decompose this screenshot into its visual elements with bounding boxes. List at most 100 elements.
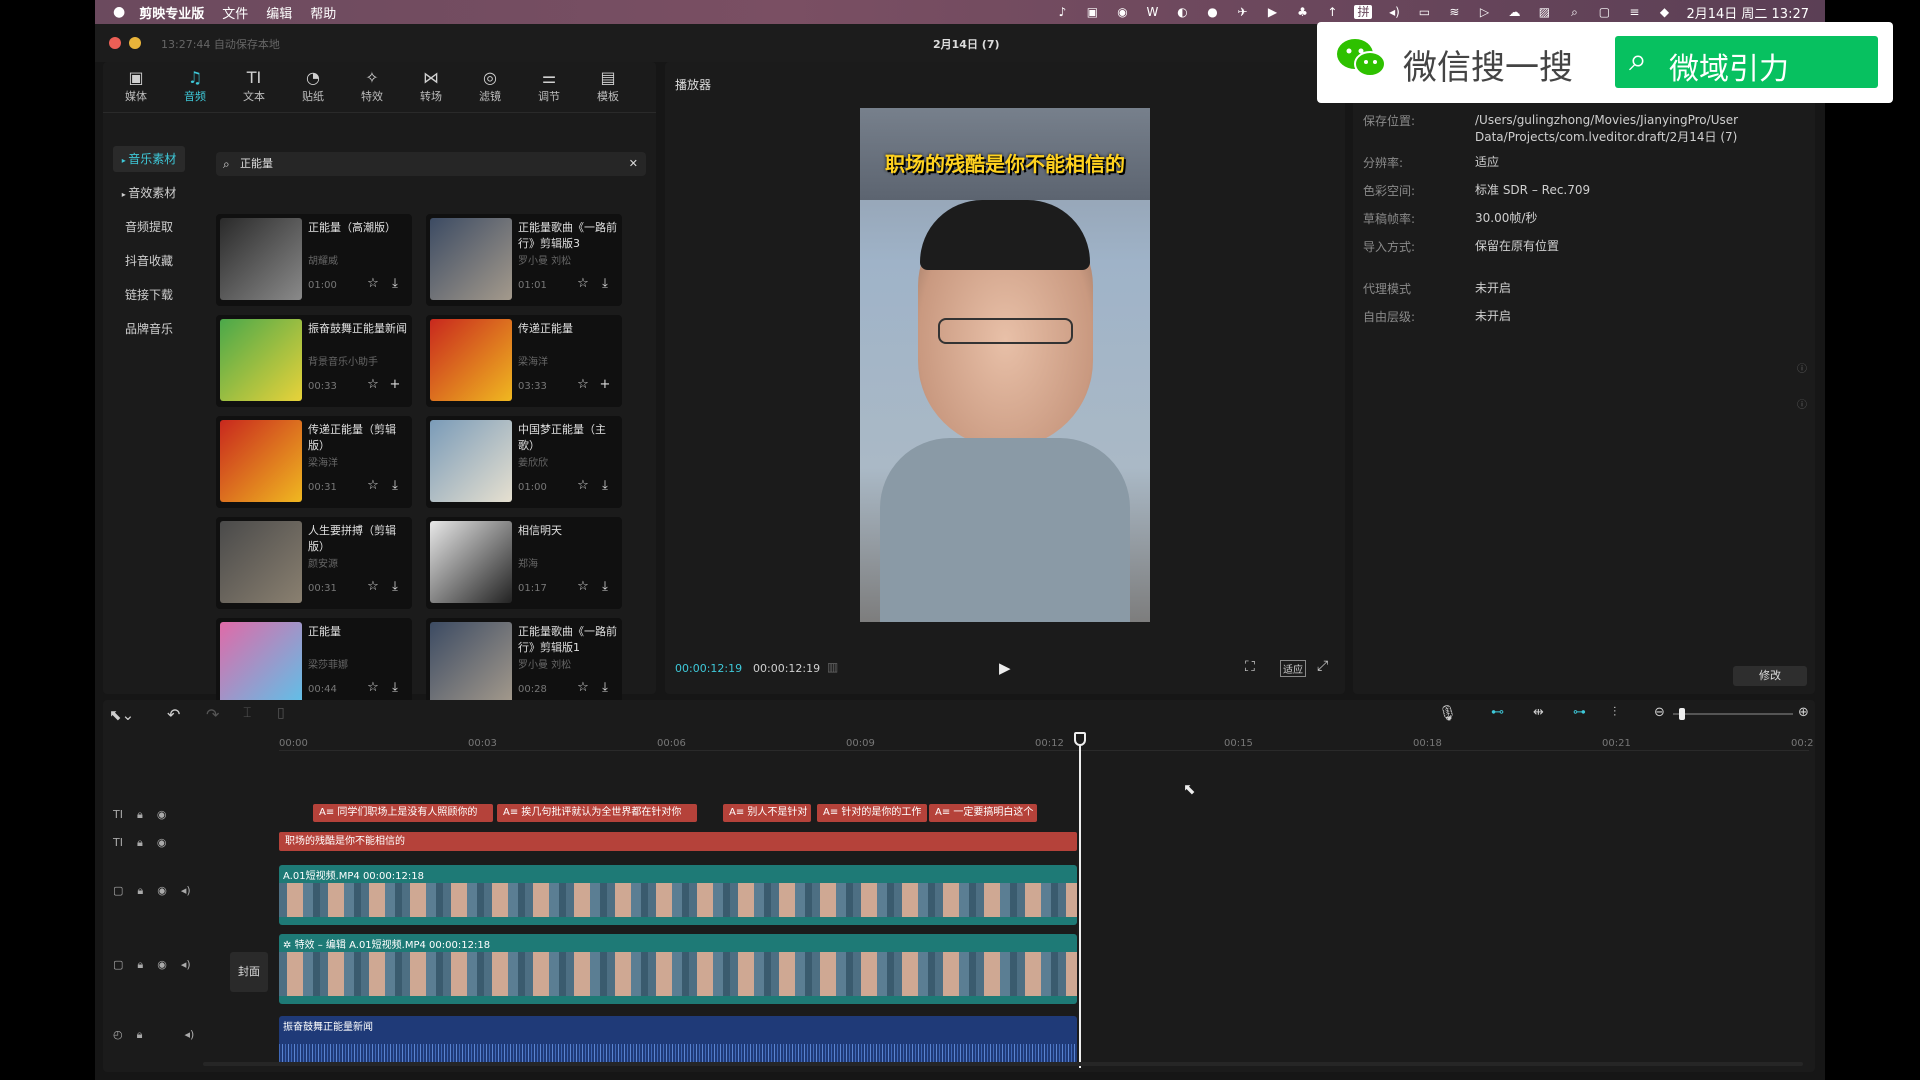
proxy-help-icon[interactable]: ⓘ: [1797, 360, 1807, 375]
timeline-scrollbar[interactable]: [203, 1062, 1803, 1066]
align-icon[interactable]: ⫶: [1613, 705, 1616, 720]
zoom-in-icon[interactable]: ⊕: [1798, 705, 1809, 720]
screen-record-icon[interactable]: ▣: [1084, 5, 1100, 19]
song-card[interactable]: 相信明天 郑海 01:17 ☆ ⤓: [426, 517, 622, 609]
song-card[interactable]: 中国梦正能量（主歌） 姜欣欣 01:00 ☆ ⤓: [426, 416, 622, 508]
tool-sticker[interactable]: ◔ 贴纸: [288, 68, 338, 104]
eye-icon[interactable]: ◉: [157, 836, 167, 850]
category-sfx[interactable]: ▸ 音效素材: [113, 180, 185, 206]
sync-icon[interactable]: ◐: [1174, 5, 1190, 19]
volume-icon[interactable]: ◂): [181, 884, 191, 898]
wechat-search-box[interactable]: ⌕ 微域引力: [1615, 36, 1878, 88]
fullscreen-icon[interactable]: ⤢: [1317, 658, 1328, 674]
magnet-icon[interactable]: ⊷: [1491, 705, 1504, 720]
siri-icon[interactable]: ◆: [1656, 5, 1672, 19]
song-card[interactable]: 正能量歌曲《一路前行》剪辑版3 罗小曼 刘松 01:01 ☆ ⤓: [426, 214, 622, 306]
word-icon[interactable]: W: [1144, 5, 1160, 19]
favorite-star-icon[interactable]: ☆: [574, 579, 592, 594]
display-icon[interactable]: ▢: [1596, 5, 1612, 19]
category-extract[interactable]: 音频提取: [113, 214, 185, 240]
app-menu[interactable]: 剪映专业版: [139, 3, 204, 22]
tool-effects[interactable]: ✧ 特效: [347, 68, 397, 104]
song-card[interactable]: 人生要拼搏（剪辑版） 颜安源 00:31 ☆ ⤓: [216, 517, 412, 609]
apple-menu-icon[interactable]: ●: [113, 4, 125, 20]
cursor-app-icon[interactable]: ▶: [1264, 5, 1280, 19]
search-input[interactable]: ⌕ 正能量 ✕: [216, 152, 646, 176]
cover-button[interactable]: 封面: [230, 952, 268, 992]
close-window-icon[interactable]: [109, 37, 121, 49]
subtitle-clip[interactable]: A≡ 一定要搞明白这个: [929, 804, 1037, 822]
playhead-handle[interactable]: [1074, 732, 1086, 746]
bell-icon[interactable]: ♣: [1294, 5, 1310, 19]
download-icon[interactable]: ⤓: [386, 276, 404, 291]
tool-filter[interactable]: ◎ 滤镜: [465, 68, 515, 104]
song-card[interactable]: 传递正能量 梁海洋 03:33 ☆ +: [426, 315, 622, 407]
play-status-icon[interactable]: ▷: [1476, 5, 1492, 19]
favorite-star-icon[interactable]: ☆: [574, 680, 592, 695]
eye-icon[interactable]: ◉: [157, 808, 167, 822]
download-icon[interactable]: ⤓: [596, 276, 614, 291]
zoom-out-icon[interactable]: ⊖: [1654, 705, 1665, 720]
video-clip-main[interactable]: A.01短视频.MP4 00:00:12:18: [279, 865, 1077, 925]
tiktok-icon[interactable]: ♪: [1054, 5, 1070, 19]
download-icon[interactable]: ⤓: [596, 478, 614, 493]
favorite-star-icon[interactable]: ☆: [364, 579, 382, 594]
modify-button[interactable]: 修改: [1733, 666, 1807, 686]
battery-icon[interactable]: ▭: [1416, 5, 1432, 19]
category-music[interactable]: ▸ 音乐素材: [113, 146, 185, 172]
eye-icon[interactable]: ◉: [157, 958, 167, 972]
play-icon[interactable]: ▶: [999, 659, 1011, 677]
subtitle-clip[interactable]: A≡ 别人不是针对: [723, 804, 811, 822]
waveform-icon[interactable]: ▥: [827, 660, 838, 674]
download-icon[interactable]: ⤓: [596, 680, 614, 695]
subtitle-clip[interactable]: A≡ 挨几句批评就认为全世界都在针对你: [497, 804, 697, 822]
lock-icon[interactable]: 🔒︎: [137, 884, 143, 898]
fullscreen-crop-icon[interactable]: ⛶: [1245, 659, 1255, 675]
undo-icon[interactable]: ↶: [167, 705, 180, 724]
add-icon[interactable]: +: [386, 377, 404, 392]
video-clip-effect[interactable]: ✲ 特效 – 编辑 A.01短视频.MP4 00:00:12:18: [279, 934, 1077, 1004]
wifi-icon[interactable]: ≋: [1446, 5, 1462, 19]
favorite-star-icon[interactable]: ☆: [364, 680, 382, 695]
audio-clip[interactable]: 振奋鼓舞正能量新闻: [279, 1016, 1077, 1064]
clear-search-icon[interactable]: ✕: [629, 152, 638, 176]
fit-button[interactable]: 适应: [1280, 660, 1306, 677]
favorite-star-icon[interactable]: ☆: [364, 276, 382, 291]
favorite-star-icon[interactable]: ☆: [574, 377, 592, 392]
tool-template[interactable]: ▤ 模板: [583, 68, 633, 104]
control-center-icon[interactable]: ≡: [1626, 5, 1642, 19]
download-icon[interactable]: ⤓: [386, 478, 404, 493]
volume-icon[interactable]: ◂): [181, 958, 191, 972]
split-icon[interactable]: ⌶: [243, 705, 251, 721]
subtitle-clip[interactable]: A≡ 同学们职场上是没有人照顾你的: [313, 804, 493, 822]
favorite-star-icon[interactable]: ☆: [364, 478, 382, 493]
text-clip[interactable]: 职场的残酷是你不能相信的: [279, 832, 1077, 851]
volume-icon[interactable]: ◂): [1386, 5, 1402, 19]
zoom-slider-handle[interactable]: [1679, 708, 1685, 720]
spotlight-icon[interactable]: ⌕: [1566, 5, 1582, 19]
microphone-icon[interactable]: 🎙: [1438, 704, 1457, 722]
zoom-slider[interactable]: [1673, 708, 1793, 720]
volume-icon[interactable]: ◂): [184, 1028, 194, 1042]
menu-edit[interactable]: 编辑: [266, 3, 292, 22]
lock-icon[interactable]: 🔒︎: [137, 836, 143, 850]
category-douyin[interactable]: 抖音收藏: [113, 248, 185, 274]
song-card[interactable]: 正能量（高潮版） 胡耀威 01:00 ☆ ⤓: [216, 214, 412, 306]
layer-help-icon[interactable]: ⓘ: [1797, 396, 1807, 411]
song-card[interactable]: 正能量 梁莎菲娜 00:44 ☆ ⤓: [216, 618, 412, 710]
tool-transition[interactable]: ⋈ 转场: [406, 68, 456, 104]
song-card[interactable]: 传递正能量（剪辑版） 梁海洋 00:31 ☆ ⤓: [216, 416, 412, 508]
tool-adjust[interactable]: ⚌ 调节: [524, 68, 574, 104]
add-icon[interactable]: +: [596, 377, 614, 392]
linkage-icon[interactable]: ⇹: [1533, 705, 1544, 720]
ime-icon[interactable]: 拼: [1354, 5, 1373, 19]
lock-icon[interactable]: 🔒︎: [137, 1028, 143, 1042]
redo-icon[interactable]: ↷: [206, 705, 219, 724]
menu-clock[interactable]: 2月14日 周二 13:27: [1686, 3, 1809, 22]
minimize-window-icon[interactable]: [129, 37, 141, 49]
select-tool-icon[interactable]: ⬉⌄: [109, 706, 134, 724]
favorite-star-icon[interactable]: ☆: [574, 276, 592, 291]
delete-icon[interactable]: ▯: [277, 705, 285, 721]
pin-icon[interactable]: ↑: [1324, 5, 1340, 19]
category-link[interactable]: 链接下载: [113, 282, 185, 308]
